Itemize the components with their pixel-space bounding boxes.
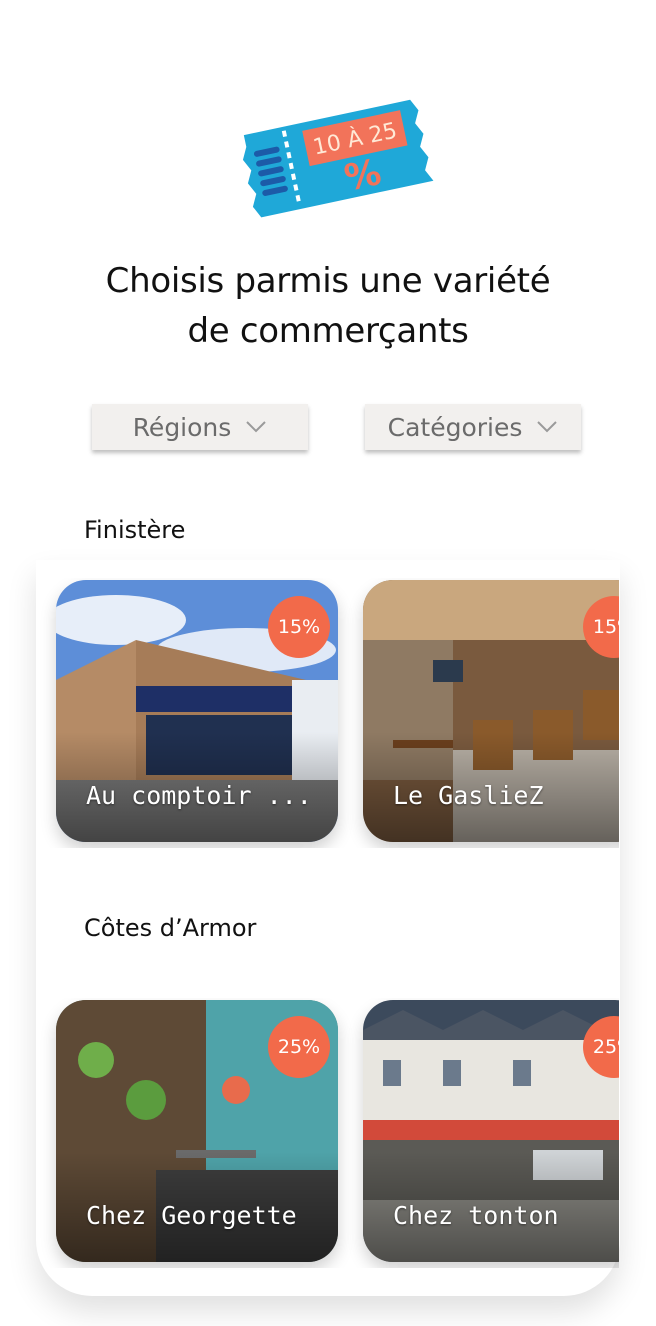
merchant-carousel-finistere[interactable]: 15% Au comptoir ... 15% Le GaslieZ xyxy=(0,578,619,848)
merchant-card[interactable]: 25% Chez Georgette xyxy=(56,1000,338,1262)
regions-dropdown-label: Régions xyxy=(132,412,232,442)
section-title-cotes-armor: Côtes d’Armor xyxy=(84,914,257,942)
merchant-card[interactable]: 25% Chez tonton xyxy=(363,1000,619,1262)
merchant-name: Chez Georgette xyxy=(86,1201,297,1230)
discount-ticket-icon: 10 À 25 % xyxy=(242,99,434,218)
chevron-down-icon xyxy=(537,421,558,433)
categories-dropdown[interactable]: Catégories xyxy=(365,404,581,450)
page-title: Choisis parmis une variété de commerçant… xyxy=(0,256,656,356)
merchant-card[interactable]: 15% Au comptoir ... xyxy=(56,580,338,842)
title-line-1: Choisis parmis une variété xyxy=(105,261,551,301)
merchant-name: Le GaslieZ xyxy=(393,781,544,810)
merchant-card[interactable]: 15% Le GaslieZ xyxy=(363,580,619,842)
merchant-name: Chez tonton xyxy=(393,1201,559,1230)
chevron-down-icon xyxy=(246,421,267,433)
discount-badge: 15% xyxy=(268,596,330,658)
section-title-finistere: Finistère xyxy=(84,516,186,544)
title-line-2: de commerçants xyxy=(187,311,469,351)
merchant-carousel-cotes-armor[interactable]: 25% Chez Georgette 25% Chez tonton xyxy=(0,998,619,1268)
regions-dropdown[interactable]: Régions xyxy=(92,404,308,450)
categories-dropdown-label: Catégories xyxy=(387,412,523,442)
merchant-name: Au comptoir ... xyxy=(86,781,312,810)
discount-badge: 25% xyxy=(268,1016,330,1078)
